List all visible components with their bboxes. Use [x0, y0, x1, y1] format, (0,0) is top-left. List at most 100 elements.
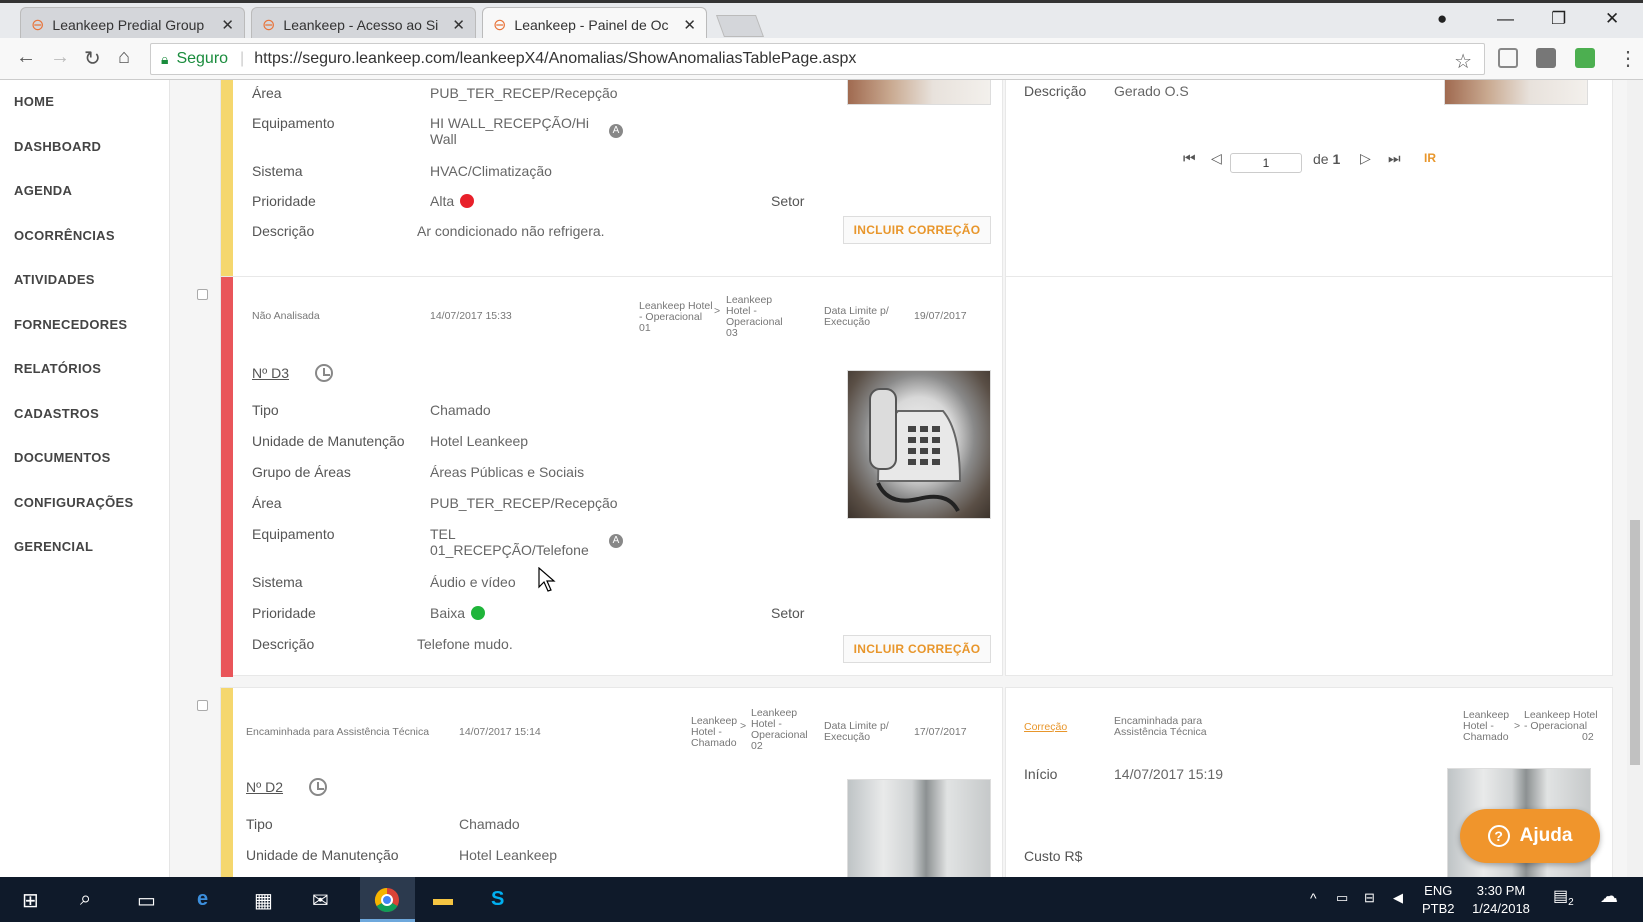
restore-icon[interactable]: ❐: [1551, 9, 1566, 29]
profile-icon[interactable]: ●: [1437, 9, 1447, 29]
extension-icon[interactable]: [1575, 48, 1595, 68]
file-explorer-icon[interactable]: ▬: [433, 888, 453, 911]
search-icon[interactable]: ⌕: [80, 888, 91, 911]
select-checkbox[interactable]: [197, 700, 208, 711]
correction-photo[interactable]: [1444, 80, 1588, 105]
browser-tab-1[interactable]: ⊖ Leankeep Predial Group ✕: [20, 7, 245, 41]
arrow-icon: >: [740, 720, 747, 732]
next-page-icon[interactable]: ▷: [1360, 150, 1371, 167]
first-page-icon[interactable]: ⏮︎: [1183, 150, 1196, 167]
clock[interactable]: 3:30 PM 1/24/2018: [1466, 882, 1536, 918]
mail-icon[interactable]: ✉: [312, 888, 329, 913]
unit-value: Hotel Leankeep: [430, 433, 529, 449]
area-value: PUB_TER_RECEP/Recepção: [430, 495, 618, 511]
close-window-icon[interactable]: ✕: [1605, 9, 1619, 29]
correction-link[interactable]: Correção: [1024, 722, 1067, 733]
action-center-icon[interactable]: ▤2: [1553, 888, 1574, 912]
unit-value: Hotel Leankeep: [459, 847, 558, 863]
leankeep-favicon-icon: ⊖: [31, 16, 45, 34]
type-label: Tipo: [246, 816, 273, 832]
last-page-icon[interactable]: ⏭︎: [1388, 150, 1401, 167]
skype-icon[interactable]: S: [491, 888, 504, 911]
close-tab-icon[interactable]: ✕: [683, 16, 696, 34]
occurrence-list: Área PUB_TER_RECEP/Recepção Equipamento …: [170, 80, 1627, 877]
bookmark-star-icon[interactable]: ☆: [1454, 49, 1472, 74]
select-checkbox[interactable]: [197, 289, 208, 300]
task-view-icon[interactable]: ▭: [137, 888, 156, 913]
equipment-value-line1: TEL: [430, 526, 456, 542]
clock-icon[interactable]: [315, 364, 333, 382]
close-tab-icon[interactable]: ✕: [221, 16, 234, 34]
status-label: Não Analisada: [252, 310, 320, 322]
url-input[interactable]: 🔒︎ Seguro | https://seguro.leankeep.com/…: [150, 43, 1485, 75]
add-correction-button[interactable]: INCLUIR CORREÇÃO: [843, 635, 991, 663]
destination-line2: - Operacional: [1524, 720, 1588, 732]
sidebar-item-fornecedores[interactable]: FORNECEDORES: [14, 317, 127, 332]
occurrence-number-link[interactable]: Nº D3: [252, 365, 289, 381]
sidebar-item-dashboard[interactable]: DASHBOARD: [14, 139, 101, 154]
windows-start-icon[interactable]: ⊞: [22, 888, 39, 913]
sidebar-item-relatorios[interactable]: RELATÓRIOS: [14, 361, 101, 376]
type-label: Tipo: [252, 402, 279, 418]
tray-chevron-icon[interactable]: ^: [1310, 889, 1317, 907]
reload-icon[interactable]: ↻: [84, 46, 101, 71]
area-group-label: Grupo de Áreas: [252, 464, 351, 480]
volume-icon[interactable]: ◀︎: [1393, 889, 1403, 907]
equipment-photo[interactable]: [847, 370, 991, 519]
sidebar-item-configuracoes[interactable]: CONFIGURAÇÕES: [14, 495, 133, 510]
network-icon[interactable]: ⊟: [1364, 889, 1375, 907]
store-icon[interactable]: ▦: [254, 888, 273, 913]
language-indicator[interactable]: ENG PTB2: [1422, 882, 1455, 918]
equipment-info-icon[interactable]: A: [609, 124, 623, 138]
arrow-icon: >: [1514, 720, 1521, 732]
deadline-value: 17/07/2017: [914, 726, 967, 738]
time: 3:30 PM: [1476, 883, 1526, 898]
clock-icon[interactable]: [309, 778, 327, 796]
cost-label: Custo R$: [1024, 848, 1083, 864]
sidebar-item-atividades[interactable]: ATIVIDADES: [14, 272, 95, 287]
edge-browser-icon[interactable]: e: [197, 888, 208, 911]
sidebar-item-agenda[interactable]: AGENDA: [14, 183, 72, 198]
page-scrollbar[interactable]: [1627, 80, 1643, 877]
onedrive-icon[interactable]: ☁: [1600, 887, 1618, 905]
minimize-icon[interactable]: —: [1497, 9, 1514, 29]
browser-tab-3-active[interactable]: ⊖ Leankeep - Painel de Oc ✕: [482, 7, 707, 41]
equipment-photo[interactable]: [847, 80, 991, 105]
help-label: Ajuda: [1519, 825, 1573, 846]
scrollbar-thumb[interactable]: [1630, 520, 1640, 765]
description-label: Descrição: [1024, 83, 1087, 99]
back-icon[interactable]: ←: [16, 46, 36, 69]
equipment-info-icon[interactable]: A: [609, 534, 623, 548]
battery-icon[interactable]: ▭: [1336, 889, 1348, 907]
destination-line4: 03: [726, 327, 738, 339]
sidebar: HOME DASHBOARD AGENDA OCORRÊNCIAS ATIVID…: [0, 80, 170, 877]
browser-tab-2[interactable]: ⊖ Leankeep - Acesso ao Si ✕: [251, 7, 476, 41]
new-tab-button[interactable]: [715, 15, 765, 37]
home-icon[interactable]: ⌂: [118, 46, 130, 69]
sidebar-item-cadastros[interactable]: CADASTROS: [14, 406, 99, 421]
help-button[interactable]: ? Ajuda: [1460, 809, 1600, 863]
occurrence-number-link[interactable]: Nº D2: [246, 779, 283, 795]
priority-low-icon: [470, 606, 485, 620]
go-button[interactable]: IR: [1424, 151, 1436, 165]
equipment-photo[interactable]: [847, 779, 991, 877]
page-input[interactable]: 1: [1230, 153, 1302, 173]
lock-icon: 🔒︎: [161, 50, 169, 67]
sidebar-item-ocorrencias[interactable]: OCORRÊNCIAS: [14, 228, 115, 243]
occurrence-card: Encaminhada para Assistência Técnica 14/…: [220, 687, 1003, 877]
priority-label: Prioridade: [252, 193, 316, 209]
forward-icon[interactable]: →: [50, 46, 70, 69]
leankeep-favicon-icon: ⊖: [262, 16, 276, 34]
equipment-label: Equipamento: [252, 115, 335, 131]
close-tab-icon[interactable]: ✕: [452, 16, 465, 34]
prev-page-icon[interactable]: ◁: [1211, 150, 1222, 167]
question-icon: ?: [1487, 825, 1510, 847]
sidebar-item-gerencial[interactable]: GERENCIAL: [14, 539, 93, 554]
extension-icon[interactable]: [1498, 48, 1518, 68]
menu-icon[interactable]: ⋮: [1618, 46, 1638, 71]
add-correction-button[interactable]: INCLUIR CORREÇÃO: [843, 216, 991, 244]
sidebar-item-documentos[interactable]: DOCUMENTOS: [14, 450, 111, 465]
priority-value: Alta: [430, 193, 475, 209]
extension-icon[interactable]: [1536, 48, 1556, 68]
sidebar-item-home[interactable]: HOME: [14, 94, 54, 109]
